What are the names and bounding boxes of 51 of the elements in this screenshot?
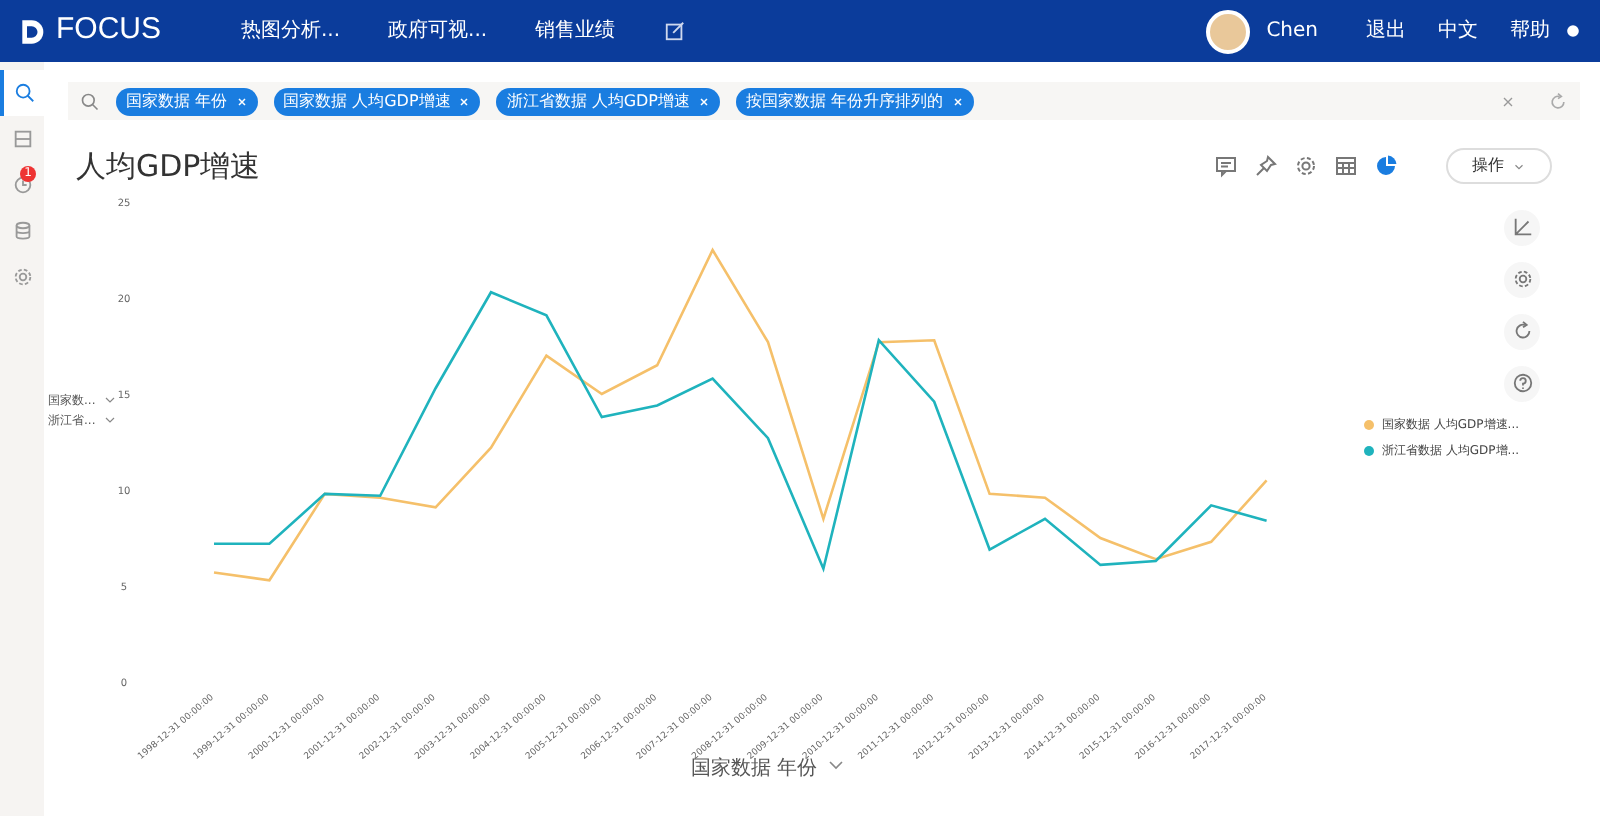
- close-icon[interactable]: [235, 95, 248, 107]
- caret-icon: [1512, 159, 1526, 174]
- settings-icon: [1294, 154, 1318, 179]
- chevron-icon: [105, 396, 115, 402]
- nav-menu-item[interactable]: 热图分析...: [241, 16, 341, 46]
- chart-tool-button[interactable]: [1504, 209, 1540, 245]
- chart-tool-button[interactable]: [1504, 365, 1540, 401]
- axes-icon: [1511, 216, 1533, 238]
- logo-icon: [20, 17, 48, 45]
- user-name[interactable]: Chen: [1266, 16, 1318, 46]
- sidebar-item[interactable]: [0, 70, 44, 116]
- chart-tool-button[interactable]: [1504, 261, 1540, 297]
- help-dot-icon: [1566, 24, 1580, 38]
- comment-icon: [1214, 154, 1238, 179]
- pie-chart-icon: [1374, 154, 1398, 179]
- table-icon: [1334, 154, 1358, 179]
- close-icon[interactable]: [698, 95, 711, 107]
- filter-chip[interactable]: 国家数据 年份: [116, 87, 258, 115]
- filter-chip[interactable]: 浙江省数据 人均GDP增速: [496, 87, 721, 115]
- search-icon: [13, 82, 35, 104]
- toolbar-button[interactable]: [1214, 151, 1238, 182]
- clear-icon[interactable]: [1500, 93, 1516, 109]
- help-icon: [1511, 372, 1533, 394]
- logo-text: FOCUS: [56, 10, 161, 51]
- refresh-icon: [1511, 320, 1533, 342]
- chart-tool-button[interactable]: [1504, 313, 1540, 349]
- close-icon[interactable]: [951, 95, 964, 107]
- filter-chip[interactable]: 国家数据 人均GDP增速: [273, 87, 481, 115]
- nav-menu-item[interactable]: 政府可视...: [388, 16, 488, 46]
- nav-link[interactable]: 帮助: [1510, 16, 1550, 46]
- settings-icon: [11, 266, 33, 288]
- board-icon: [11, 128, 33, 150]
- chevron-icon: [105, 416, 115, 422]
- pin-icon: [1254, 154, 1278, 179]
- nav-menu-item[interactable]: 销售业绩: [535, 16, 616, 46]
- nav-link[interactable]: 退出: [1366, 16, 1406, 46]
- action-dropdown[interactable]: 操作: [1446, 148, 1552, 185]
- chart-title: 人均GDP增速: [76, 146, 261, 188]
- chevron-icon: [829, 760, 843, 769]
- close-icon[interactable]: [458, 95, 471, 107]
- refresh-icon: [1548, 91, 1568, 111]
- search-bar[interactable]: 国家数据 年份 国家数据 人均GDP增速 浙江省数据 人均GDP增速 按国家数据 年份升序排列的: [68, 82, 1580, 120]
- clock-icon: [11, 174, 33, 196]
- user-avatar[interactable]: [1206, 9, 1251, 53]
- search-icon: [80, 91, 100, 111]
- filter-chip[interactable]: 按国家数据 年份升序排列的: [736, 87, 974, 115]
- database-icon: [11, 220, 33, 242]
- settings-icon: [1511, 268, 1533, 290]
- edit-icon[interactable]: [663, 20, 686, 42]
- x-axis-label[interactable]: 国家数据 年份: [690, 757, 818, 779]
- nav-link[interactable]: 中文: [1438, 16, 1478, 46]
